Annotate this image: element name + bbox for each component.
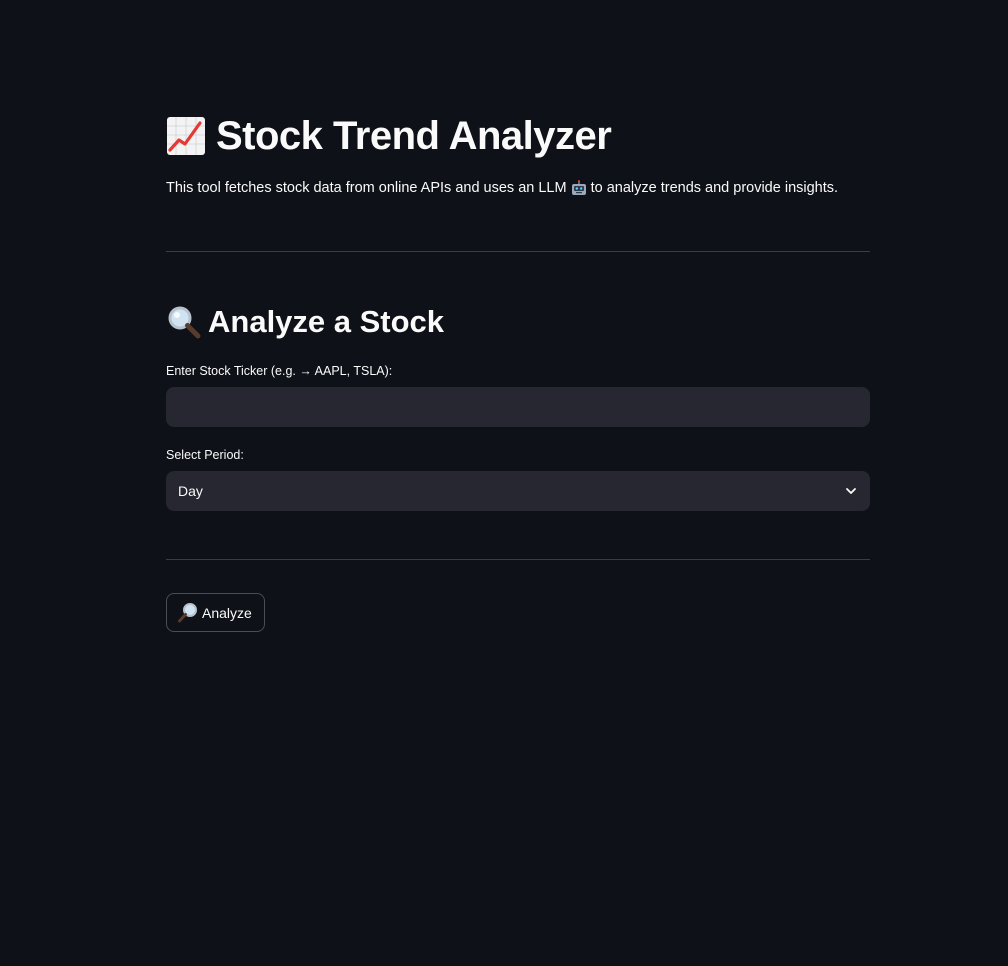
analyze-subheader-row: Analyze a Stock [166,300,444,344]
analyze-button-label: Analyze [202,604,252,621]
period-selected-value: Day [178,483,203,499]
magnifying-glass-icon [168,306,201,339]
divider-top [166,251,870,252]
intro-text: This tool fetches stock data from online… [166,180,838,196]
period-label: Select Period: [166,448,244,462]
intro-text-before: This tool fetches stock data from online… [166,180,567,196]
chevron-down-icon [846,488,856,494]
divider-bottom [166,559,870,560]
page-title: Stock Trend Analyzer [216,114,612,158]
analyze-subheader: Analyze a Stock [208,304,445,339]
app-root: Stock Trend Analyzer This tool fetches s… [0,0,1008,966]
chart-increasing-icon [167,117,205,155]
analyze-button[interactable]: Analyze [166,593,265,632]
period-select[interactable]: Day [166,471,870,511]
robot-icon [571,180,586,195]
ticker-label: Enter Stock Ticker (e.g. → AAPL, TSLA): [166,364,393,378]
magnifying-glass-tilted-icon [178,602,197,622]
title-row: Stock Trend Analyzer [166,108,612,164]
ticker-input[interactable] [166,387,870,427]
intro-text-after: to analyze trends and provide insights. [590,180,839,196]
